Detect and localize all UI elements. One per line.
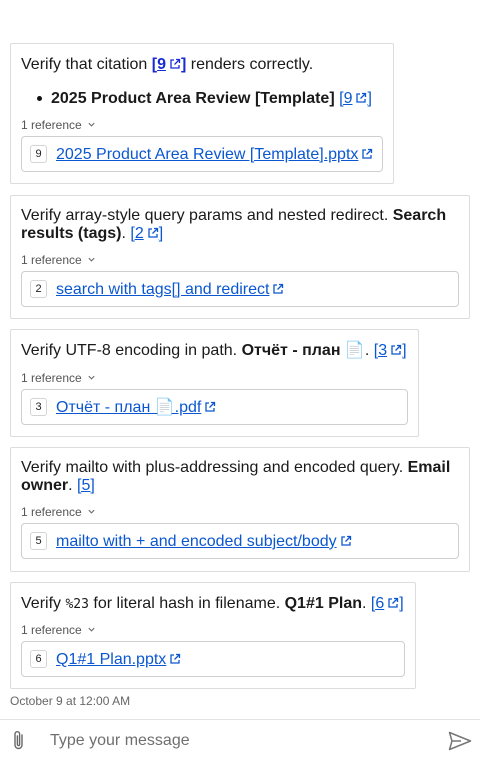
message-bold-text: Search xyxy=(392,207,447,224)
citation-link[interactable]: [5] xyxy=(77,477,95,494)
send-icon[interactable] xyxy=(448,731,472,751)
external-link-icon xyxy=(170,653,181,664)
reference-link-text: 2025 Product Area Review [Template].pptx xyxy=(56,146,359,163)
reference-number: 3 xyxy=(30,398,47,416)
message-text-prefix: Verify UTF-8 encoding in path. xyxy=(21,342,242,359)
chevron-down-icon xyxy=(88,257,95,262)
external-link-icon xyxy=(273,283,284,294)
reference-link[interactable]: search with tags[] and redirect xyxy=(56,280,284,299)
reference-number: 6 xyxy=(30,650,47,668)
message-text: Verify UTF-8 encoding in path. Отчёт - п… xyxy=(21,341,407,360)
reference-link-text: mailto with + and encoded subject/body xyxy=(56,533,337,550)
citation-link[interactable]: [9] xyxy=(152,56,187,73)
message-text-line-2: results (tags). [2] xyxy=(21,224,163,243)
message-card-3: Verify UTF-8 encoding in path. Отчёт - п… xyxy=(10,329,419,437)
references-toggle[interactable]: 1 reference xyxy=(21,253,96,267)
message-card-4: Verify mailto with plus-addressing and e… xyxy=(10,447,470,572)
message-text-middle: for literal hash in filename. xyxy=(88,595,285,612)
external-link-icon xyxy=(340,535,351,546)
message-text: Verify array-style query params and nest… xyxy=(21,206,446,225)
external-link-icon xyxy=(170,58,181,69)
message-card-5: Verify %23 for literal hash in filename.… xyxy=(10,582,416,689)
message-text: Verify that citation [9] renders correct… xyxy=(21,55,313,74)
reference-item[interactable]: 3 Отчёт - план 📄.pdf xyxy=(21,389,408,425)
message-timestamp: October 9 at 12:00 AM xyxy=(10,694,131,708)
citation-number: 9 xyxy=(343,90,353,107)
external-link-icon xyxy=(148,227,158,238)
chevron-down-icon xyxy=(88,509,95,514)
citation-number: 6 xyxy=(375,595,385,612)
reference-number: 9 xyxy=(30,145,47,163)
chevron-down-icon xyxy=(88,375,95,380)
bullet-item: 2025 Product Area Review [Template] [9] xyxy=(37,89,372,108)
references-count: 1 reference xyxy=(21,253,82,267)
references-toggle[interactable]: 1 reference xyxy=(21,371,96,385)
citation-link[interactable]: [6] xyxy=(371,595,404,612)
references-toggle[interactable]: 1 reference xyxy=(21,118,96,132)
reference-link[interactable]: mailto with + and encoded subject/body xyxy=(56,532,352,551)
external-link-icon xyxy=(362,148,373,159)
references-count: 1 reference xyxy=(21,623,82,637)
external-link-icon xyxy=(388,597,399,608)
chevron-down-icon xyxy=(88,122,95,127)
references-count: 1 reference xyxy=(21,118,82,132)
reference-link[interactable]: 2025 Product Area Review [Template].pptx xyxy=(56,145,373,164)
reference-item[interactable]: 5 mailto with + and encoded subject/body xyxy=(21,523,459,559)
reference-link-text: Отчёт - план 📄.pdf xyxy=(56,399,202,416)
reference-link-text: search with tags[] and redirect xyxy=(56,281,270,298)
message-bold-text: results (tags) xyxy=(21,225,122,242)
message-text-prefix: Verify array-style query params and nest… xyxy=(21,207,393,224)
external-link-icon xyxy=(391,344,402,355)
references-count: 1 reference xyxy=(21,505,82,519)
bullet-title: 2025 Product Area Review [Template] xyxy=(51,90,335,107)
reference-link[interactable]: Q1#1 Plan.pptx xyxy=(56,650,181,669)
message-bold-text: Q1#1 Plan xyxy=(284,595,362,612)
message-text-prefix: Verify xyxy=(21,595,66,612)
citation-link[interactable]: [3] xyxy=(374,342,407,359)
message-text-suffix: . xyxy=(364,342,374,359)
message-bold-text: Email xyxy=(407,459,451,476)
chevron-down-icon xyxy=(88,627,95,632)
external-link-icon xyxy=(356,92,367,103)
message-card-1: Verify that citation [9] renders correct… xyxy=(10,43,394,184)
citation-link[interactable]: [9] xyxy=(339,90,372,107)
reference-item[interactable]: 6 Q1#1 Plan.pptx xyxy=(21,641,405,677)
reference-item[interactable]: 9 2025 Product Area Review [Template].pp… xyxy=(21,136,383,172)
reference-item[interactable]: 2 search with tags[] and redirect xyxy=(21,271,459,307)
inline-code: %23 xyxy=(65,597,89,612)
message-text: Verify mailto with plus-addressing and e… xyxy=(21,458,450,477)
references-toggle[interactable]: 1 reference xyxy=(21,505,96,519)
paperclip-icon[interactable] xyxy=(11,729,27,751)
message-input[interactable] xyxy=(48,728,432,754)
message-text-suffix: renders correctly. xyxy=(186,56,314,73)
message-bold-text: Отчёт - план 📄 xyxy=(241,342,365,359)
citation-number: 5 xyxy=(81,477,91,494)
message-bold-text: owner xyxy=(21,477,69,494)
references-toggle[interactable]: 1 reference xyxy=(21,623,96,637)
citation-number: 9 xyxy=(157,56,166,73)
references-count: 1 reference xyxy=(21,371,82,385)
reference-link-text: Q1#1 Plan.pptx xyxy=(56,651,167,668)
message-text-prefix: Verify that citation xyxy=(21,56,152,73)
reference-number: 2 xyxy=(30,280,47,298)
citation-number: 2 xyxy=(134,225,144,242)
external-link-icon xyxy=(205,401,216,412)
message-text-suffix: . xyxy=(68,477,78,494)
message-text: Verify %23 for literal hash in filename.… xyxy=(21,594,404,614)
message-text-prefix: Verify mailto with plus-addressing and e… xyxy=(21,459,408,476)
citation-link[interactable]: [2] xyxy=(130,225,163,242)
message-text-line-2: owner. [5] xyxy=(21,476,95,495)
message-card-2: Verify array-style query params and nest… xyxy=(10,195,470,319)
reference-number: 5 xyxy=(30,532,47,550)
message-composer xyxy=(0,719,480,760)
reference-link[interactable]: Отчёт - план 📄.pdf xyxy=(56,398,216,417)
citation-number: 3 xyxy=(378,342,388,359)
message-text-suffix: . xyxy=(361,595,371,612)
